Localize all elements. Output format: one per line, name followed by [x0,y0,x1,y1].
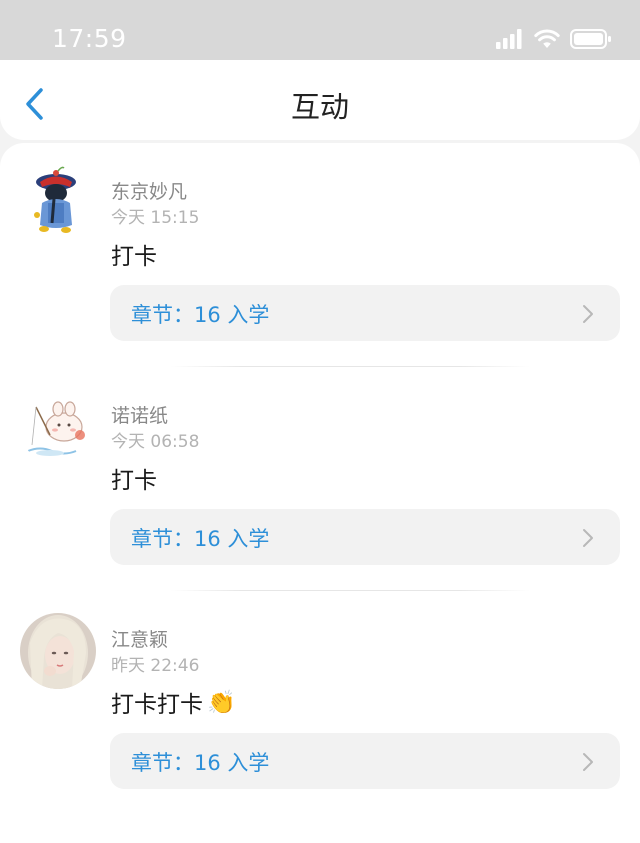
username[interactable]: 江意颖 [111,625,168,652]
post-text-content: 打卡打卡 [111,692,203,718]
chevron-right-icon [583,753,593,771]
chapter-label: 章节：16 入学 [131,303,270,327]
chapter-link[interactable]: 章节：16 入学 [110,733,620,789]
chapter-link[interactable]: 章节：16 入学 [110,509,620,565]
post-text: 打卡 [111,237,157,271]
page-title: 互动 [290,90,349,124]
chapter-label: 章节：16 入学 [131,527,270,551]
nav-bar: 互动 [0,60,640,140]
chevron-right-icon [583,529,593,547]
post-text-content: 打卡 [111,244,157,270]
timestamp: 今天 15:15 [111,208,200,228]
avatar[interactable] [20,613,96,689]
chevron-right-icon [583,305,593,323]
username[interactable]: 诺诺纸 [111,401,168,428]
status-icons [496,28,612,50]
chapter-label: 章节：16 入学 [131,751,270,775]
timestamp: 昨天 22:46 [111,656,200,676]
username[interactable]: 东京妙凡 [111,177,187,204]
interaction-list: 东京妙凡 今天 15:15 打卡 章节：16 入学 诺诺纸 今天 06:58 打… [0,143,640,843]
status-bar: 17:59 [0,0,640,60]
battery-icon [570,29,611,49]
status-time: 17:59 [52,24,127,53]
list-item: 诺诺纸 今天 06:58 打卡 章节：16 入学 [0,367,640,591]
wifi-icon [534,29,560,48]
list-item: 江意颖 昨天 22:46 打卡打卡 👏 章节：16 入学 [0,591,640,815]
chapter-link[interactable]: 章节：16 入学 [110,285,620,341]
post-text-content: 打卡 [111,468,157,494]
list-item: 东京妙凡 今天 15:15 打卡 章节：16 入学 [0,143,640,367]
post-text: 打卡 [111,461,157,495]
signal-icon [496,29,522,49]
avatar[interactable] [20,165,96,241]
avatar[interactable] [20,389,96,465]
post-text: 打卡打卡 👏 [111,685,236,719]
clapping-hands-emoji: 👏 [207,689,236,716]
timestamp: 今天 06:58 [111,432,200,452]
